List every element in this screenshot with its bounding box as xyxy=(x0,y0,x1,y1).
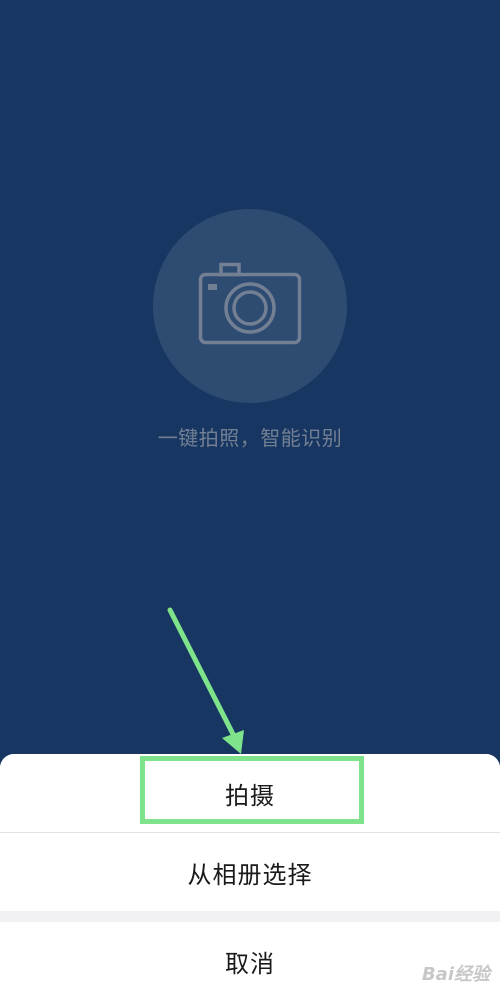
baidu-jingyan-watermark: Bai经验 xyxy=(421,964,490,985)
camera-screen: 一键拍照，智能识别 拍摄 从相册选择 取消 Bai经验 xyxy=(0,0,500,1000)
choose-from-album-button[interactable]: 从相册选择 xyxy=(0,833,500,911)
camera-hint-text: 一键拍照，智能识别 xyxy=(157,426,343,450)
highlight-box xyxy=(140,756,364,824)
camera-icon xyxy=(198,262,302,345)
camera-placeholder[interactable] xyxy=(153,209,347,403)
